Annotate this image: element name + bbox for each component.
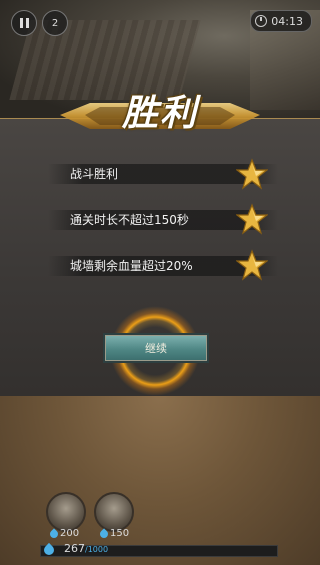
unit-cost-value: 200 (60, 528, 80, 539)
objective-label: 城墙剩余血量超过20% (70, 259, 193, 273)
speed-button[interactable]: 2 (42, 10, 68, 36)
energy-drop-icon (98, 527, 110, 540)
continue-button[interactable]: 继续 (103, 333, 209, 363)
energy-readout: 267/1000 (64, 542, 108, 555)
star-icon (236, 249, 268, 281)
energy-max: /1000 (85, 545, 109, 554)
speed-label: 2 (51, 17, 59, 29)
energy-current: 267 (64, 542, 85, 555)
victory-title: 胜利 (121, 93, 198, 134)
pause-icon (19, 18, 23, 28)
star-icon (236, 203, 268, 235)
pause-button[interactable] (11, 10, 37, 36)
unit-cost: 200 (48, 527, 80, 540)
unit-card-armored[interactable] (94, 492, 134, 532)
victory-banner: 胜利 (60, 85, 260, 140)
energy-drop-icon (48, 527, 60, 540)
clock-icon (255, 15, 268, 27)
battle-scene-background-bottom (0, 395, 320, 565)
unit-cost: 150 (98, 527, 130, 540)
unit-card-soldier[interactable] (46, 492, 86, 532)
timer-value: 04:13 (271, 14, 303, 28)
unit-cost-value: 150 (110, 528, 130, 539)
continue-label: 继续 (145, 342, 167, 355)
objective-label: 战斗胜利 (70, 167, 119, 181)
battle-timer: 04:13 (250, 10, 312, 32)
objective-label: 通关时长不超过150秒 (70, 213, 189, 227)
star-icon (236, 158, 268, 190)
